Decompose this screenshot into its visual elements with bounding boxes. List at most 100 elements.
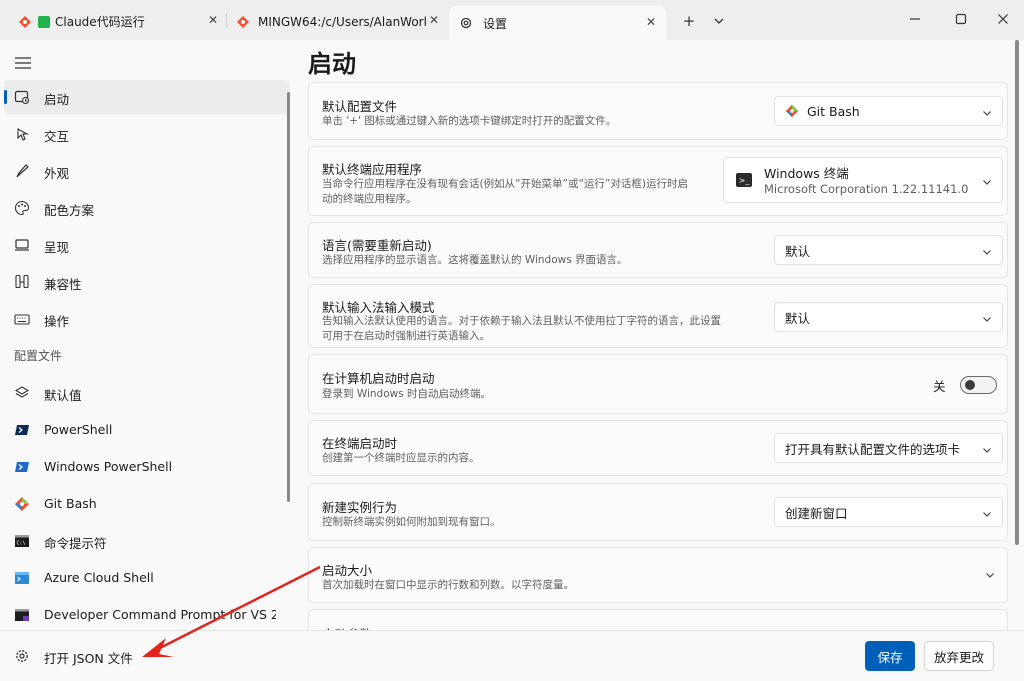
selection-indicator — [4, 90, 7, 104]
git-bash-icon — [785, 104, 799, 118]
gear-icon — [14, 648, 30, 664]
sidebar-item-windows-powershell[interactable]: Windows PowerShell — [4, 450, 290, 484]
setting-on-terminal-startup: 在终端启动时 创建第一个终端时应显示的内容。 打开具有默认配置文件的选项卡 — [308, 420, 1008, 476]
chevron-down-icon — [982, 312, 992, 322]
powershell-icon — [14, 422, 30, 438]
setting-language: 语言(需要重新启动) 选择应用程序的显示语言。这将覆盖默认的 Windows 界… — [308, 222, 1008, 278]
powershell-icon — [14, 459, 30, 475]
sidebar-item-compatibility[interactable]: 兼容性 — [4, 265, 290, 299]
page-title: 启动 — [308, 50, 356, 78]
sidebar-item-startup[interactable]: 启动 — [4, 80, 290, 114]
tab-title: Claude代码运行 — [55, 15, 145, 29]
toggle-state-label: 关 — [933, 379, 946, 394]
title-bar: Claude代码运行 ✕ MINGW64:/c/Users/AlanWork/l… — [0, 0, 1024, 40]
chevron-down-icon — [982, 245, 992, 255]
sidebar-item-label: 兼容性 — [44, 277, 82, 292]
tab-settings[interactable]: 设置 ✕ — [449, 6, 666, 40]
sidebar-item-label: 命令提示符 — [44, 536, 107, 551]
dropdown-value: 打开具有默认配置文件的选项卡 — [785, 441, 961, 457]
vs-cmd-icon — [14, 607, 30, 623]
ime-mode-dropdown[interactable]: 默认 — [774, 302, 1003, 332]
dropdown-value-line2: Microsoft Corporation 1.22.11141.0 — [764, 182, 969, 196]
setting-default-profile: 默认配置文件 单击 '+' 图标或通过键入新的选项卡键绑定时打开的配置文件。 G… — [308, 82, 1008, 140]
setting-title: 默认配置文件 — [322, 99, 398, 114]
close-icon[interactable]: ✕ — [646, 15, 656, 29]
terminal-startup-dropdown[interactable]: 打开具有默认配置文件的选项卡 — [774, 433, 1003, 463]
save-button[interactable]: 保存 — [865, 641, 915, 671]
open-json-area: 打开 JSON 文件 — [0, 630, 296, 681]
setting-description: 选择应用程序的显示语言。这将覆盖默认的 Windows 界面语言。 — [322, 254, 628, 266]
gear-icon — [459, 16, 473, 30]
setting-title: 在终端启动时 — [322, 436, 398, 451]
setting-title: 在计算机启动时启动 — [322, 371, 435, 386]
startup-icon — [14, 89, 30, 105]
sidebar-item-label: PowerShell — [44, 422, 113, 437]
hamburger-menu-icon[interactable] — [14, 54, 32, 69]
tab-dropdown-button[interactable] — [708, 10, 730, 32]
setting-description-line1: 告知输入法默认使用的语言。对于依赖于输入法且默认不使用拉丁字符的语言，此设置 — [322, 315, 721, 327]
language-dropdown[interactable]: 默认 — [774, 235, 1003, 265]
tab-title: MINGW64:/c/Users/AlanWork/l — [258, 14, 426, 29]
setting-ime-mode: 默认输入法输入模式 告知输入法默认使用的语言。对于依赖于输入法且默认不使用拉丁字… — [308, 284, 1008, 348]
sidebar-scrollbar[interactable] — [287, 92, 290, 502]
main-scrollbar[interactable] — [1015, 40, 1019, 545]
sidebar-item-appearance[interactable]: 外观 — [4, 154, 290, 188]
sidebar-item-label: 呈现 — [44, 240, 70, 255]
setting-description-line1: 当命令行应用程序在没有现有会话(例如从“开始菜单”或“运行”对话框)运行时启 — [322, 178, 688, 190]
sidebar-item-azure-cloud-shell[interactable]: Azure Cloud Shell — [4, 561, 290, 595]
setting-launch-size[interactable]: 启动大小 首次加载时在窗口中显示的行数和列数。以字符度量。 — [308, 547, 1008, 603]
sidebar-item-label: 外观 — [44, 166, 70, 181]
close-window-button[interactable] — [988, 8, 1018, 30]
sidebar-item-git-bash[interactable]: Git Bash — [4, 487, 290, 521]
setting-description: 首次加载时在窗口中显示的行数和列数。以字符度量。 — [322, 579, 574, 591]
sidebar-item-label: 配色方案 — [44, 203, 95, 218]
new-tab-button[interactable]: + — [678, 10, 700, 32]
default-terminal-dropdown[interactable]: >_ Windows 终端 Microsoft Corporation 1.22… — [723, 157, 1003, 203]
tab-mingw[interactable]: MINGW64:/c/Users/AlanWork/l ✕ — [230, 7, 445, 36]
sidebar-item-developer-command-prompt[interactable]: Developer Command Prompt for VS 202 — [4, 598, 290, 632]
git-bash-icon — [18, 15, 32, 29]
default-profile-dropdown[interactable]: Git Bash — [774, 96, 1003, 126]
git-bash-icon — [14, 496, 30, 512]
appearance-icon — [14, 163, 30, 179]
green-square-icon — [38, 15, 50, 28]
sidebar-item-defaults[interactable]: 默认值 — [4, 376, 290, 410]
setting-description: 创建第一个终端时应显示的内容。 — [322, 452, 480, 464]
dropdown-value-line1: Windows 终端 — [764, 166, 849, 181]
main-panel: 启动 默认配置文件 单击 '+' 图标或通过键入新的选项卡键绑定时打开的配置文件… — [296, 40, 1024, 681]
tab-claude[interactable]: Claude代码运行 ✕ — [12, 7, 224, 36]
keyboard-icon — [14, 311, 30, 327]
close-icon[interactable]: ✕ — [429, 13, 439, 27]
setting-description: 登录到 Windows 时自动启动终端。 — [322, 388, 492, 400]
rendering-icon — [14, 237, 30, 253]
chevron-down-icon[interactable] — [985, 570, 995, 580]
maximize-button[interactable] — [946, 8, 976, 30]
footer-bar: 保存 放弃更改 — [296, 630, 1024, 681]
profiles-header: 配置文件 — [14, 349, 63, 363]
palette-icon — [14, 200, 30, 216]
sidebar-item-label: Developer Command Prompt for VS 202 — [44, 607, 276, 622]
compatibility-icon — [14, 274, 30, 290]
launch-on-startup-toggle[interactable] — [960, 376, 997, 394]
setting-description-line2: 可用于在启动时强制进行英语输入。 — [322, 330, 490, 342]
discard-changes-button[interactable]: 放弃更改 — [924, 641, 994, 671]
dropdown-value: 默认 — [785, 243, 811, 259]
setting-new-instance-behavior: 新建实例行为 控制新终端实例如何附加到现有窗口。 创建新窗口 — [308, 483, 1008, 541]
sidebar-item-rendering[interactable]: 呈现 — [4, 228, 290, 262]
setting-description: 控制新终端实例如何附加到现有窗口。 — [322, 516, 501, 528]
setting-default-terminal: 默认终端应用程序 当命令行应用程序在没有现有会话(例如从“开始菜单”或“运行”对… — [308, 146, 1008, 216]
sidebar-item-interaction[interactable]: 交互 — [4, 117, 290, 151]
setting-title: 新建实例行为 — [322, 500, 398, 515]
sidebar-item-color-schemes[interactable]: 配色方案 — [4, 191, 290, 225]
new-instance-dropdown[interactable]: 创建新窗口 — [774, 497, 1003, 527]
chevron-down-icon — [982, 443, 992, 453]
sidebar-item-cmd[interactable]: C:\ 命令提示符 — [4, 524, 290, 558]
sidebar: 启动 交互 外观 配色方案 呈现 兼容性 操作 配置文件 默认值 PowerSh… — [0, 40, 296, 681]
tab-title: 设置 — [483, 16, 508, 31]
open-json-file-button[interactable]: 打开 JSON 文件 — [4, 639, 290, 673]
minimize-button[interactable] — [900, 8, 930, 30]
sidebar-item-actions[interactable]: 操作 — [4, 302, 290, 336]
close-icon[interactable]: ✕ — [208, 13, 218, 27]
sidebar-item-powershell[interactable]: PowerShell — [4, 413, 290, 447]
toggle-knob — [965, 380, 975, 390]
